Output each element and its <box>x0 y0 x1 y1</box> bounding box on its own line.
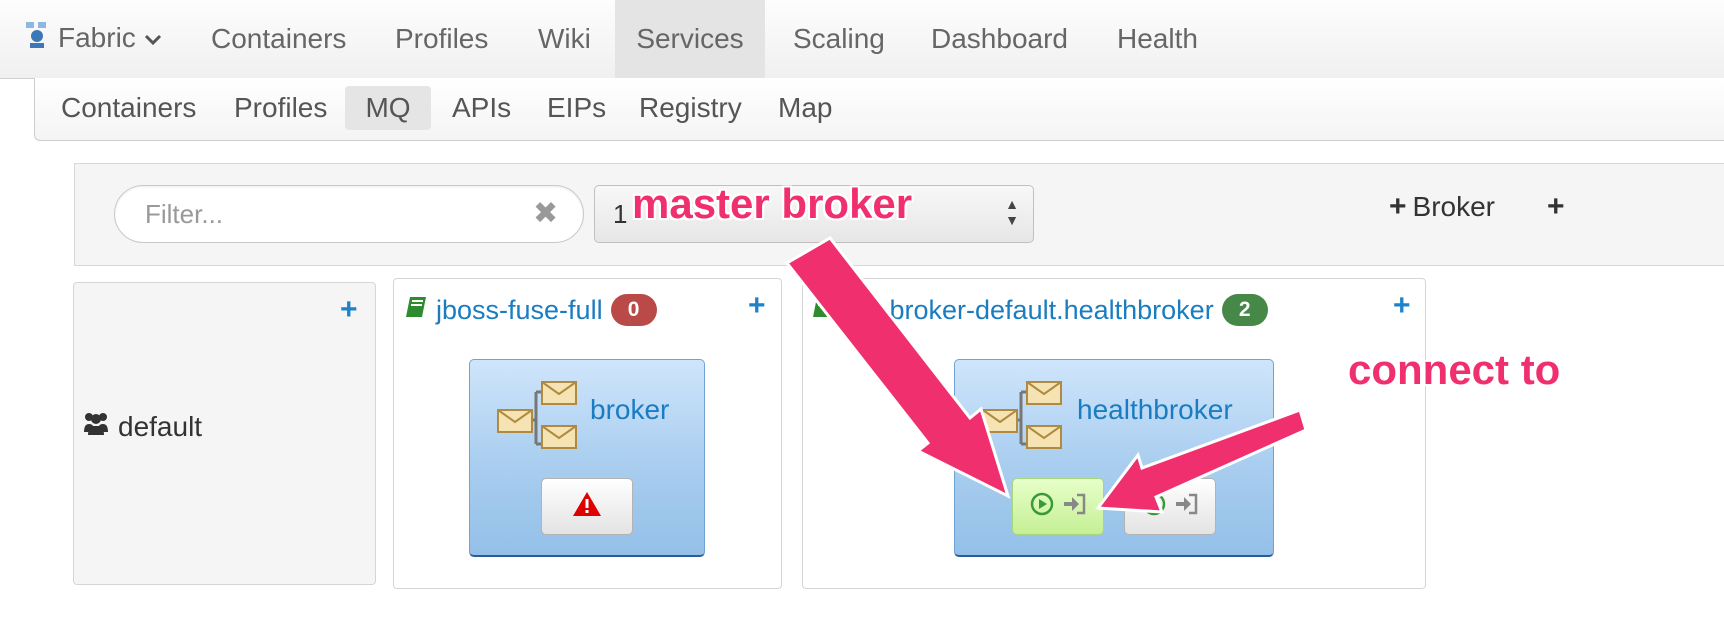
annotation-connect-to: connect to <box>1348 346 1561 393</box>
connect-arrow <box>1095 408 1308 514</box>
annotation-arrows <box>784 236 1308 514</box>
master-arrow <box>784 236 1011 499</box>
annotation-master-broker: master broker <box>632 180 913 227</box>
